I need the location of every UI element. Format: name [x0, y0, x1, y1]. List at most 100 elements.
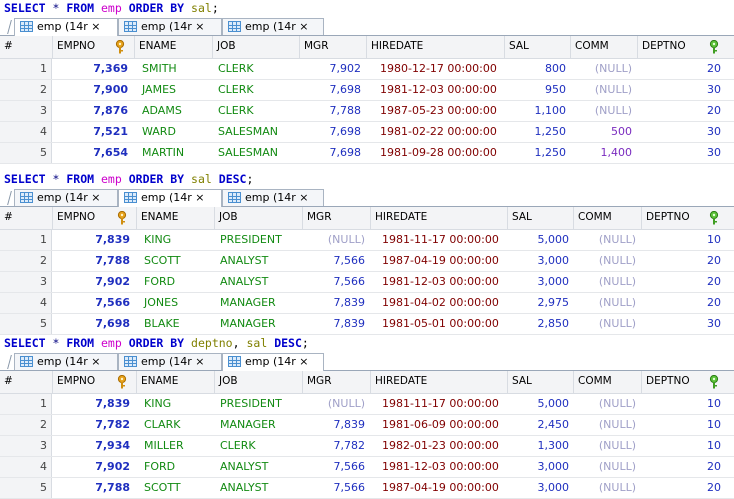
cell-comm[interactable]: (NULL) [573, 272, 640, 292]
result-tab-3[interactable]: emp (14r × 8c) [222, 189, 324, 219]
cell-sal[interactable]: 2,850 [507, 314, 573, 334]
col-header-comm[interactable]: COMM [570, 36, 637, 58]
row-number[interactable]: 5 [0, 143, 52, 163]
cell-comm[interactable]: 500 [570, 122, 636, 142]
cell-deptno[interactable]: 10 [641, 230, 725, 250]
cell-ename[interactable]: KING [140, 230, 214, 250]
tab-scroll-handle[interactable] [6, 16, 14, 35]
cell-job[interactable]: SALESMAN [214, 122, 299, 142]
cell-comm[interactable]: (NULL) [570, 80, 636, 100]
row-number[interactable]: 4 [0, 293, 52, 313]
cell-deptno[interactable]: 20 [637, 59, 725, 79]
row-number[interactable]: 5 [0, 478, 52, 498]
cell-mgr[interactable]: 7,782 [302, 436, 369, 456]
cell-deptno[interactable]: 30 [637, 143, 725, 163]
cell-ename[interactable]: JONES [140, 293, 214, 313]
cell-hiredate[interactable]: 1981-12-03 00:00:00 [378, 457, 507, 477]
col-header-ename[interactable]: ENAME [136, 371, 214, 393]
col-header-deptno[interactable]: DEPTNO [641, 207, 725, 229]
cell-deptno[interactable]: 20 [637, 101, 725, 121]
table-row[interactable]: 4 7,521 WARD SALESMAN 7,698 1981-02-22 0… [0, 122, 734, 143]
cell-ename[interactable]: JAMES [138, 80, 212, 100]
result-tab-1[interactable]: emp (14r × 8c) [14, 353, 118, 383]
cell-job[interactable]: MANAGER [216, 293, 302, 313]
table-row[interactable]: 5 7,788 SCOTT ANALYST 7,566 1987-04-19 0… [0, 478, 734, 499]
cell-mgr[interactable]: 7,566 [302, 478, 369, 498]
cell-hiredate[interactable]: 1981-04-02 00:00:00 [378, 293, 507, 313]
cell-job[interactable]: MANAGER [216, 415, 302, 435]
cell-hiredate[interactable]: 1981-12-03 00:00:00 [376, 80, 504, 100]
cell-job[interactable]: CLERK [214, 59, 299, 79]
cell-deptno[interactable]: 30 [637, 80, 725, 100]
cell-job[interactable]: PRESIDENT [216, 394, 302, 414]
row-number[interactable]: 4 [0, 122, 52, 142]
cell-hiredate[interactable]: 1987-04-19 00:00:00 [378, 478, 507, 498]
cell-comm[interactable]: (NULL) [573, 478, 640, 498]
cell-job[interactable]: MANAGER [216, 314, 302, 334]
cell-comm[interactable]: (NULL) [573, 293, 640, 313]
cell-mgr[interactable]: 7,839 [302, 293, 369, 313]
cell-empno[interactable]: 7,934 [52, 436, 134, 456]
cell-hiredate[interactable]: 1981-02-22 00:00:00 [376, 122, 504, 142]
row-number[interactable]: 2 [0, 80, 52, 100]
cell-comm[interactable]: (NULL) [573, 314, 640, 334]
cell-ename[interactable]: KING [140, 394, 214, 414]
cell-mgr[interactable]: 7,902 [299, 59, 365, 79]
col-header-deptno[interactable]: DEPTNO [641, 371, 725, 393]
cell-mgr[interactable]: 7,788 [299, 101, 365, 121]
cell-hiredate[interactable]: 1987-05-23 00:00:00 [376, 101, 504, 121]
table-row[interactable]: 5 7,698 BLAKE MANAGER 7,839 1981-05-01 0… [0, 314, 734, 335]
result-tab-2[interactable]: emp (14r × 8c) [118, 18, 222, 48]
result-tab-2[interactable]: emp (14r × 8c) [118, 353, 222, 383]
result-tab-3[interactable]: emp (14r × 8c) [222, 353, 324, 383]
sql-statement[interactable]: SELECT * FROM emp ORDER BY sal DESC; [0, 171, 734, 187]
cell-job[interactable]: ANALYST [216, 457, 302, 477]
cell-job[interactable]: ANALYST [216, 251, 302, 271]
result-tab-3[interactable]: emp (14r × 8c) [222, 18, 324, 48]
cell-deptno[interactable]: 20 [641, 478, 725, 498]
cell-sal[interactable]: 3,000 [507, 457, 573, 477]
col-header-rownum[interactable]: # [0, 36, 52, 58]
cell-empno[interactable]: 7,839 [52, 394, 134, 414]
col-header-sal[interactable]: SAL [507, 207, 573, 229]
table-row[interactable]: 4 7,566 JONES MANAGER 7,839 1981-04-02 0… [0, 293, 734, 314]
cell-hiredate[interactable]: 1981-06-09 00:00:00 [378, 415, 507, 435]
cell-empno[interactable]: 7,788 [52, 251, 134, 271]
sql-statement[interactable]: SELECT * FROM emp ORDER BY sal; [0, 0, 734, 16]
cell-job[interactable]: CLERK [216, 436, 302, 456]
cell-deptno[interactable]: 30 [641, 314, 725, 334]
cell-comm[interactable]: (NULL) [573, 415, 640, 435]
cell-ename[interactable]: CLARK [140, 415, 214, 435]
cell-sal[interactable]: 800 [504, 59, 570, 79]
cell-empno[interactable]: 7,788 [52, 478, 134, 498]
cell-comm[interactable]: (NULL) [573, 436, 640, 456]
tab-scroll-handle[interactable] [6, 187, 14, 206]
cell-hiredate[interactable]: 1987-04-19 00:00:00 [378, 251, 507, 271]
col-header-empno[interactable]: EMPNO [52, 36, 134, 58]
col-header-deptno[interactable]: DEPTNO [637, 36, 725, 58]
cell-mgr[interactable]: 7,698 [299, 80, 365, 100]
row-number[interactable]: 1 [0, 59, 52, 79]
cell-sal[interactable]: 950 [504, 80, 570, 100]
cell-deptno[interactable]: 10 [641, 415, 725, 435]
cell-empno[interactable]: 7,902 [52, 457, 134, 477]
cell-empno[interactable]: 7,902 [52, 272, 134, 292]
row-number[interactable]: 2 [0, 415, 52, 435]
row-number[interactable]: 1 [0, 394, 52, 414]
cell-mgr[interactable]: 7,566 [302, 251, 369, 271]
cell-job[interactable]: PRESIDENT [216, 230, 302, 250]
cell-mgr[interactable]: (NULL) [302, 230, 369, 250]
row-number[interactable]: 5 [0, 314, 52, 334]
cell-hiredate[interactable]: 1981-11-17 00:00:00 [378, 230, 507, 250]
cell-ename[interactable]: MARTIN [138, 143, 212, 163]
table-row[interactable]: 2 7,900 JAMES CLERK 7,698 1981-12-03 00:… [0, 80, 734, 101]
row-number[interactable]: 4 [0, 457, 52, 477]
cell-sal[interactable]: 1,250 [504, 122, 570, 142]
cell-job[interactable]: CLERK [214, 101, 299, 121]
cell-empno[interactable]: 7,566 [52, 293, 134, 313]
cell-mgr[interactable]: 7,839 [302, 314, 369, 334]
cell-ename[interactable]: SCOTT [140, 478, 214, 498]
row-number[interactable]: 3 [0, 272, 52, 292]
cell-sal[interactable]: 5,000 [507, 230, 573, 250]
cell-sal[interactable]: 3,000 [507, 251, 573, 271]
